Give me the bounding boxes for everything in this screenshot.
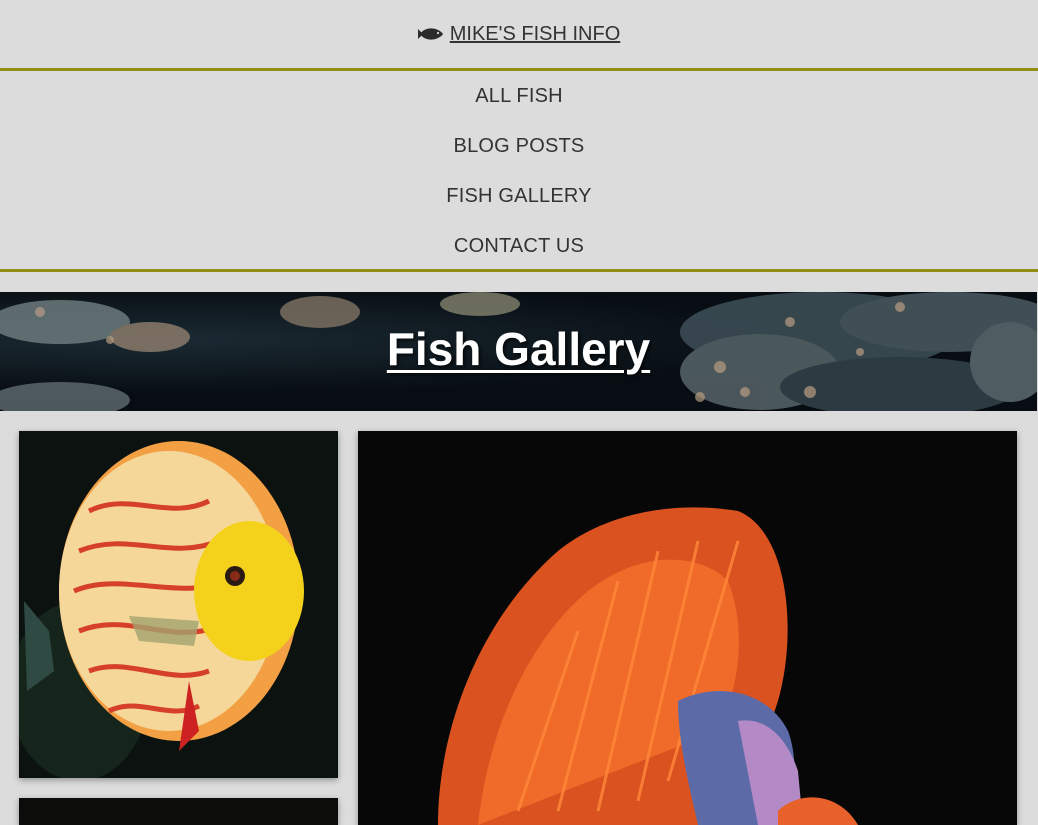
- brand-label: MIKE'S FISH INFO: [449, 22, 621, 45]
- gallery-image-discus[interactable]: [19, 431, 338, 778]
- main-nav: ALL FISH BLOG POSTS FISH GALLERY CONTACT…: [0, 68, 1038, 272]
- gallery-image-third[interactable]: [19, 798, 338, 825]
- gallery-image-betta[interactable]: [358, 431, 1017, 825]
- nav-item-blog-posts[interactable]: BLOG POSTS: [454, 132, 585, 182]
- gallery-banner: Fish Gallery: [0, 292, 1037, 411]
- nav-item-all-fish[interactable]: ALL FISH: [475, 82, 563, 132]
- site-header: MIKE'S FISH INFO: [0, 0, 1038, 68]
- brand-link[interactable]: MIKE'S FISH INFO: [417, 22, 621, 46]
- nav-item-fish-gallery[interactable]: FISH GALLERY: [446, 182, 591, 232]
- page-title: Fish Gallery: [386, 323, 651, 375]
- nav-item-contact-us[interactable]: CONTACT US: [454, 232, 584, 282]
- fish-icon: [417, 27, 444, 41]
